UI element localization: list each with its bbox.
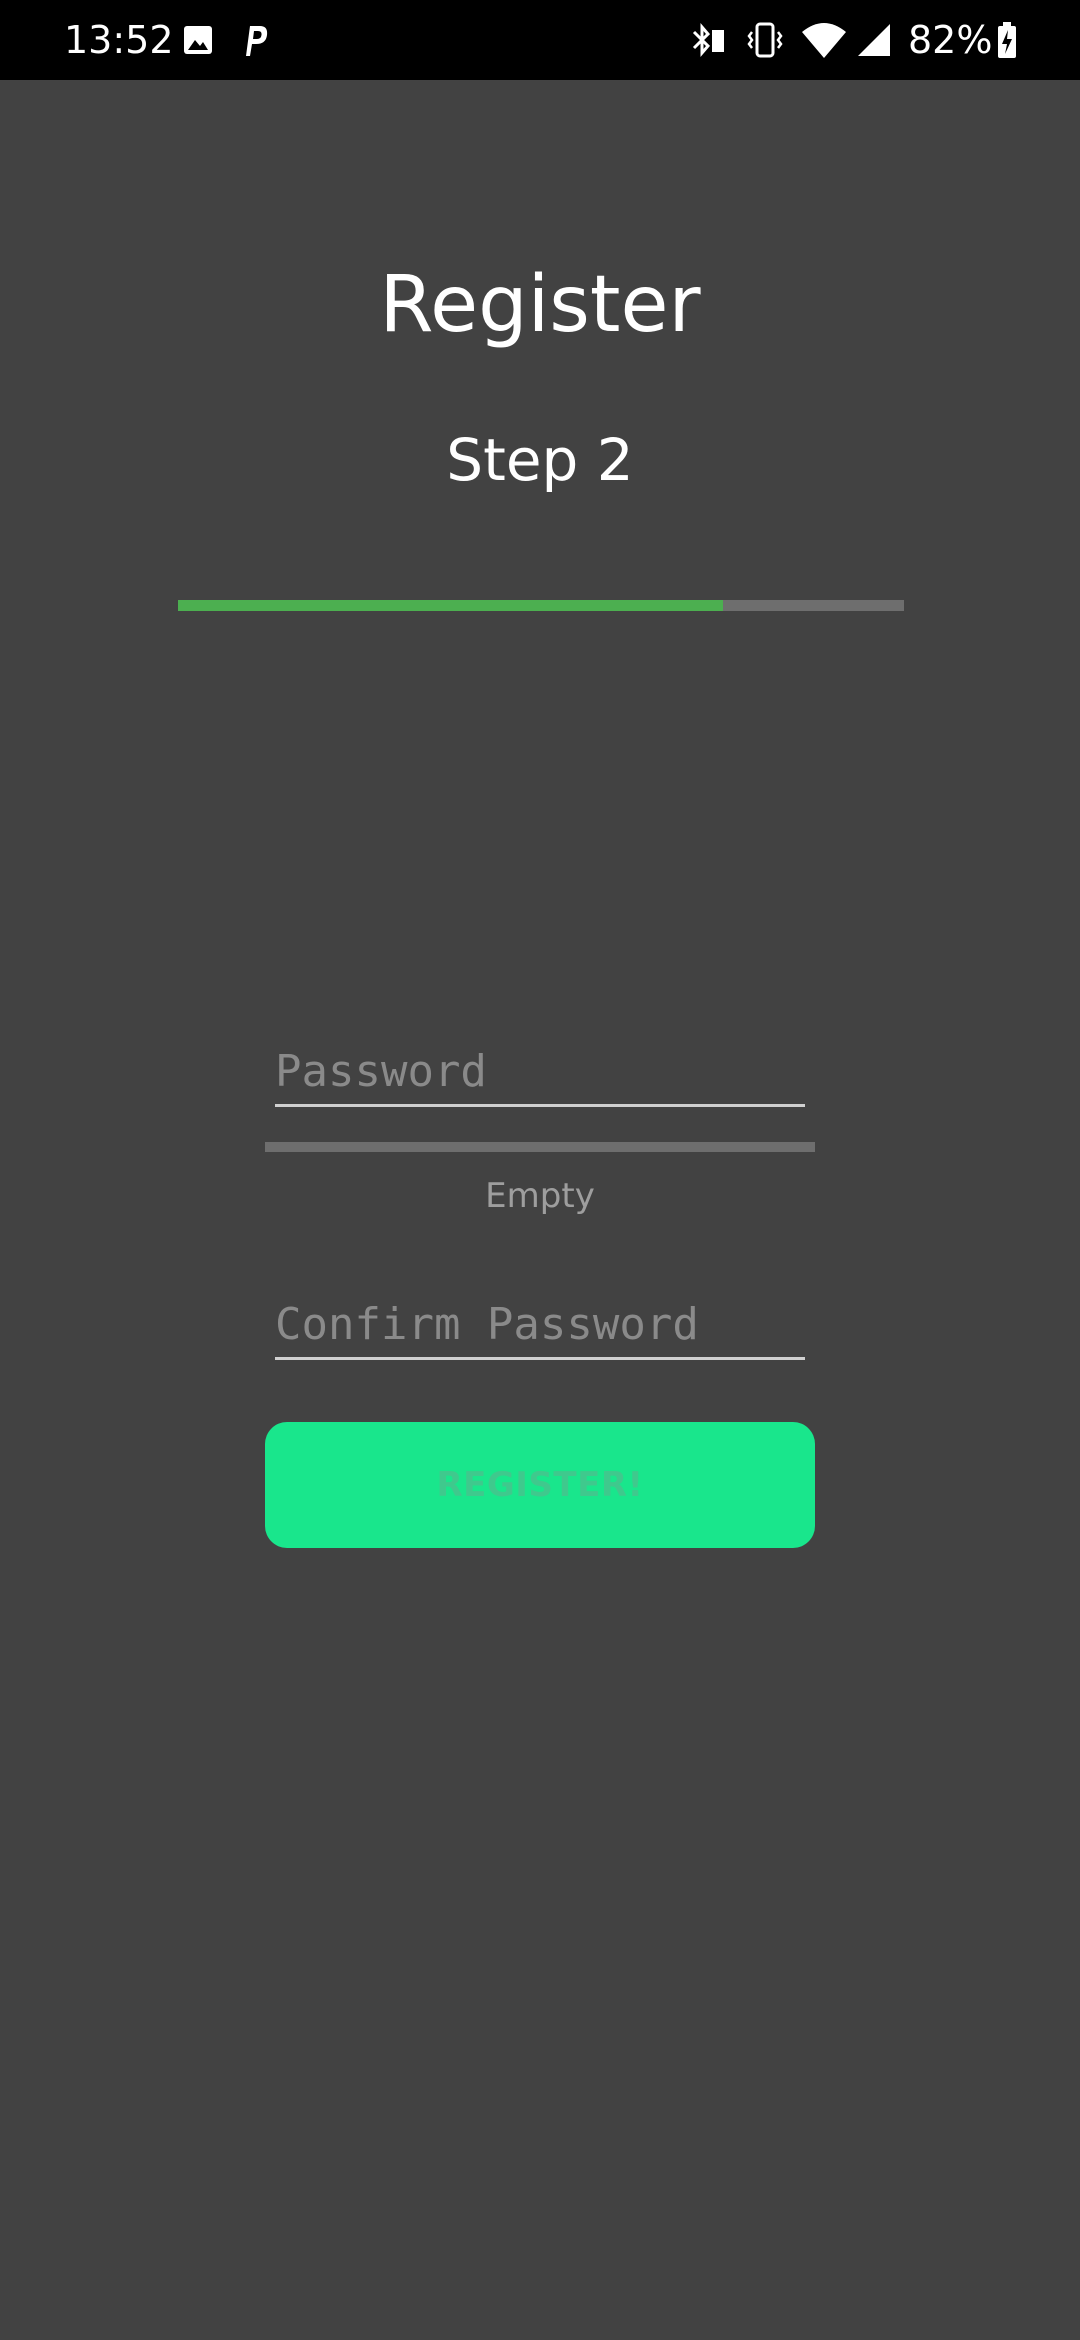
confirm-password-input[interactable] xyxy=(275,1291,805,1360)
password-input[interactable] xyxy=(275,1038,805,1107)
registration-progress-bar xyxy=(178,600,904,611)
password-strength-bar xyxy=(265,1142,815,1152)
vibrate-icon xyxy=(746,20,784,60)
registration-progress-fill xyxy=(178,600,723,611)
bluetooth-icon xyxy=(688,20,728,60)
page-title: Register xyxy=(379,260,701,350)
register-button[interactable]: REGISTER! xyxy=(265,1422,815,1548)
wifi-icon xyxy=(800,20,848,60)
step-label: Step 2 xyxy=(446,426,634,494)
password-strength-label: Empty xyxy=(485,1176,595,1216)
image-notification-icon xyxy=(182,20,214,60)
status-bar: 13:52 82% xyxy=(0,0,1080,80)
battery-percent: 82% xyxy=(908,18,993,62)
battery-charging-icon xyxy=(996,20,1018,60)
status-time: 13:52 xyxy=(64,18,174,62)
signal-icon xyxy=(856,20,892,60)
p-app-notification-icon xyxy=(240,20,270,60)
